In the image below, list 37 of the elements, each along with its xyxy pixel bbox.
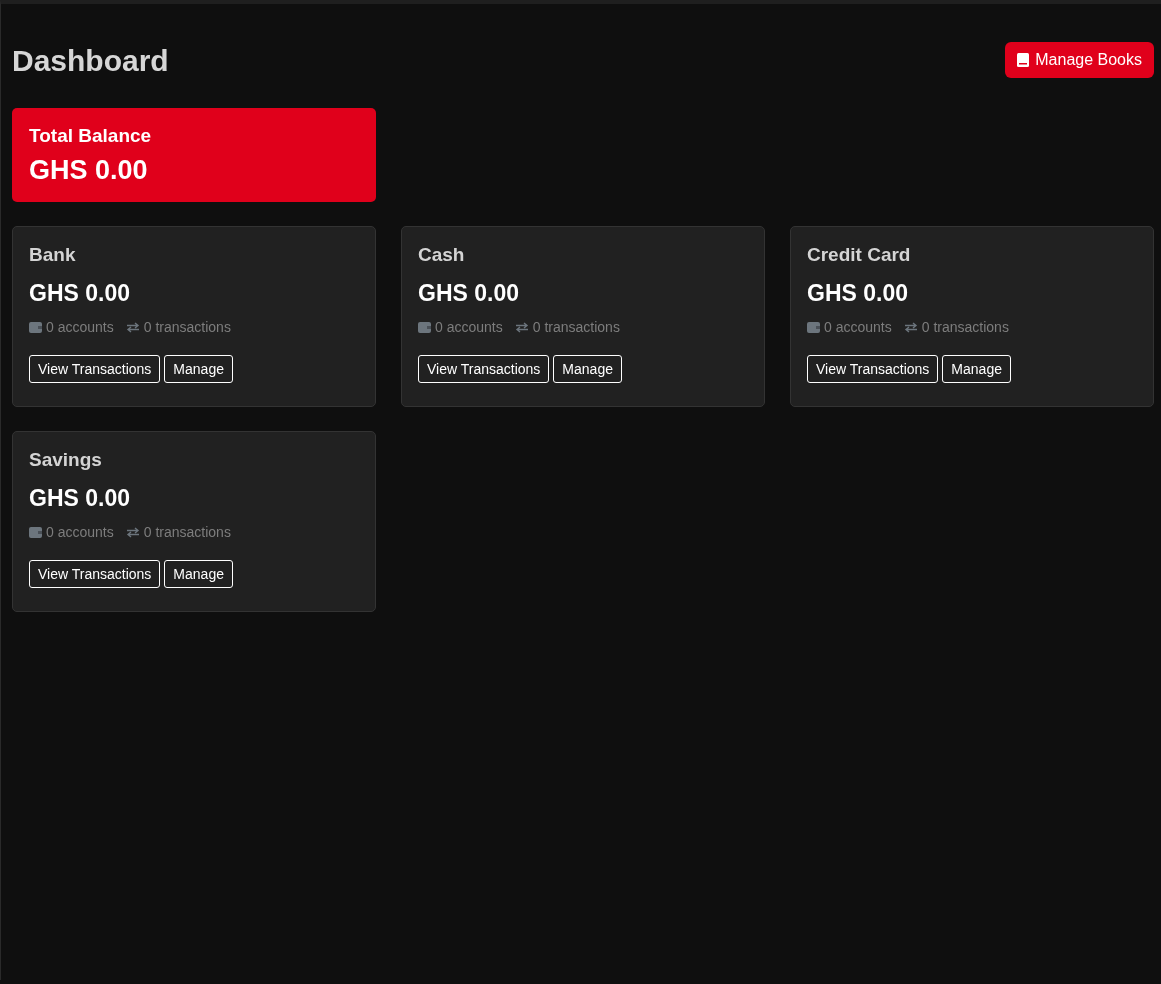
transfer-arrows-icon (514, 321, 529, 333)
manage-books-button[interactable]: Manage Books (1005, 42, 1154, 78)
wallet-icon (29, 321, 42, 333)
accounts-count: 0 accounts (435, 319, 503, 335)
total-balance-label: Total Balance (29, 125, 153, 147)
view-transactions-button[interactable]: View Transactions (29, 355, 161, 383)
book-icon (1017, 53, 1030, 67)
category-name: Bank (29, 244, 77, 266)
view-transactions-button[interactable]: View Transactions (418, 355, 550, 383)
manage-button[interactable]: Manage (164, 560, 233, 588)
manage-button[interactable]: Manage (942, 355, 1011, 383)
transactions-count: 0 transactions (143, 319, 231, 335)
category-amount: GHS 0.00 (807, 280, 909, 307)
transfer-arrows-icon (903, 321, 918, 333)
accounts-count: 0 accounts (46, 524, 114, 540)
transactions-count: 0 transactions (532, 319, 620, 335)
category-amount: GHS 0.00 (29, 280, 131, 307)
category-amount: GHS 0.00 (29, 485, 131, 512)
view-transactions-button[interactable]: View Transactions (29, 560, 161, 588)
category-name: Cash (418, 244, 466, 266)
wallet-icon (29, 526, 42, 538)
category-name: Credit Card (807, 244, 912, 266)
wallet-icon (418, 321, 431, 333)
accounts-count: 0 accounts (46, 319, 114, 335)
manage-button[interactable]: Manage (553, 355, 622, 383)
category-amount: GHS 0.00 (418, 280, 520, 307)
manage-button[interactable]: Manage (164, 355, 233, 383)
transfer-arrows-icon (125, 321, 140, 333)
accounts-count: 0 accounts (824, 319, 892, 335)
total-balance-amount: GHS 0.00 (29, 155, 149, 186)
category-name: Savings (29, 449, 103, 471)
transactions-count: 0 transactions (921, 319, 1009, 335)
page-title: Dashboard (12, 43, 169, 78)
wallet-icon (807, 321, 820, 333)
transfer-arrows-icon (125, 526, 140, 538)
transactions-count: 0 transactions (143, 524, 231, 540)
view-transactions-button[interactable]: View Transactions (807, 355, 939, 383)
